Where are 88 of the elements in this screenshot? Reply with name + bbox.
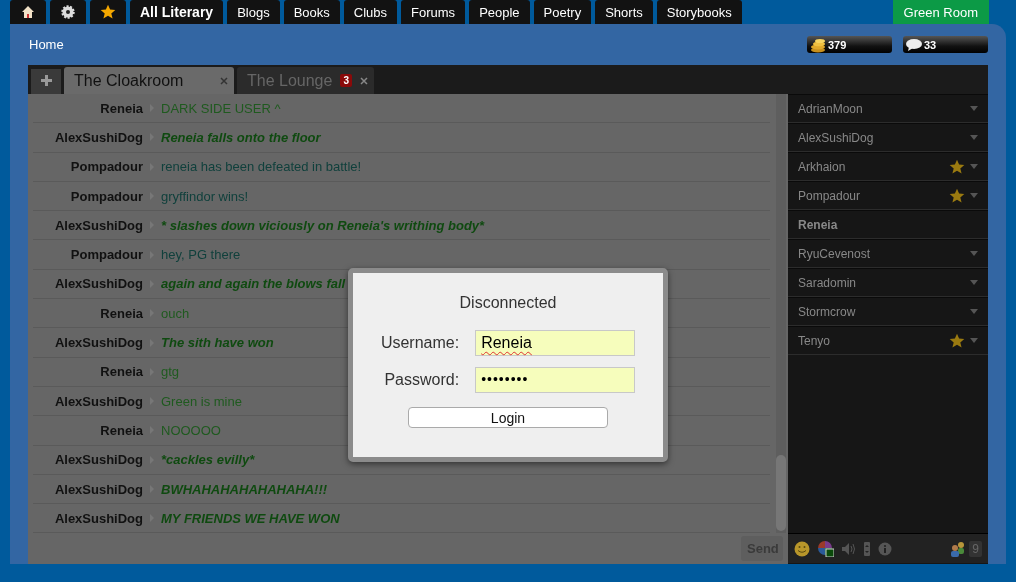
settings-icon[interactable]	[61, 5, 75, 19]
user-list-item[interactable]: Stormcrow	[788, 297, 988, 326]
message-text: gryffindor wins!	[161, 188, 249, 204]
field-label: Username:	[380, 334, 460, 352]
scrollbar-thumb[interactable]	[776, 455, 786, 531]
message-text: DARK SIDE USER ^	[161, 100, 281, 116]
username: AlexSushiDog	[53, 276, 143, 292]
field-label: Password:	[383, 371, 460, 389]
spinner-icon[interactable]	[864, 541, 870, 556]
message-text: The sith have won	[161, 335, 274, 350]
home-icon[interactable]	[21, 5, 35, 19]
coins-icon	[809, 36, 827, 53]
nav-tab[interactable]: Poetry	[533, 0, 592, 24]
user-list-item[interactable]: Reneia	[788, 210, 988, 239]
settings-tab[interactable]	[50, 0, 86, 24]
home-tab[interactable]	[10, 0, 46, 24]
username: AlexSushiDog	[53, 129, 143, 145]
star-icon[interactable]	[100, 4, 116, 20]
user-list-item[interactable]: Tenyo	[788, 326, 988, 355]
user-list-item[interactable]: AdrianMoon	[788, 94, 988, 123]
close-icon[interactable]	[220, 76, 228, 85]
nav-tab[interactable]: Forums	[401, 0, 466, 24]
nav-tab[interactable]: Storybooks	[656, 0, 742, 24]
message-text: * slashes down viciously on Reneia's writhing body*	[161, 217, 485, 233]
username: AlexSushiDog	[53, 335, 143, 350]
close-icon[interactable]	[359, 76, 368, 85]
speech-bubble-icon	[905, 37, 923, 52]
username: AlexSushiDog	[53, 217, 143, 233]
caret-icon[interactable]	[970, 280, 978, 285]
scrollbar[interactable]	[776, 94, 786, 533]
message-text: gtg	[161, 364, 180, 380]
dialog-title: Disconnected	[459, 294, 557, 312]
user-list-item[interactable]: Arkhaion	[788, 152, 988, 181]
password-field[interactable]: ••••••••	[475, 367, 636, 393]
caret-icon[interactable]	[970, 193, 978, 198]
login-button[interactable]: Login	[408, 407, 608, 428]
username: Pompadour	[69, 188, 143, 204]
info-icon[interactable]	[878, 541, 892, 556]
nav-tab[interactable]: Books	[283, 0, 340, 24]
nav-tab[interactable]: People	[469, 0, 530, 24]
message-text: ouch	[161, 305, 190, 321]
speaker-icon[interactable]	[842, 542, 856, 555]
user-list-item[interactable]: RyuCevenost	[788, 239, 988, 268]
message-text: BWHAHAHAHAHAHAHA!!!	[161, 481, 328, 497]
username: AlexSushiDog	[53, 393, 143, 409]
room-tab[interactable]: The Lounge 3	[237, 67, 374, 94]
message-text: hey, PG there	[161, 247, 241, 263]
room-tab[interactable]: The Cloakroom	[64, 67, 234, 94]
username: Pompadour	[69, 247, 143, 263]
message-text: MY FRIENDS WE HAVE WON	[161, 510, 340, 526]
caret-icon[interactable]	[970, 338, 978, 343]
username: AlexSushiDog	[53, 481, 143, 497]
unread-badge: 3	[340, 74, 352, 87]
room-button[interactable]: Green Room	[892, 0, 989, 24]
smiley-icon[interactable]	[794, 540, 810, 557]
username: AlexSushiDog	[53, 510, 143, 526]
username: Reneia	[99, 364, 143, 380]
user-list-item[interactable]: Saradomin	[788, 268, 988, 297]
breadcrumb-link[interactable]: Home	[29, 37, 64, 52]
message-text: again and again the blows fall	[161, 276, 346, 292]
message-text: Green is mine	[161, 393, 242, 409]
username: Reneia	[99, 100, 143, 116]
message-text: *cackles evilly*	[161, 452, 255, 468]
nav-tab[interactable]: All Literary	[130, 0, 224, 24]
message-text: Reneia falls onto the floor	[161, 129, 321, 145]
nav-tab[interactable]: Shorts	[595, 0, 653, 24]
counter-badge[interactable]: 33	[903, 36, 988, 53]
username: AlexSushiDog	[53, 452, 143, 468]
caret-icon[interactable]	[970, 164, 978, 169]
username: Reneia	[99, 305, 143, 321]
nav-tab[interactable]: Blogs	[227, 0, 280, 24]
favorites-tab[interactable]	[90, 0, 126, 24]
color-wheel-icon[interactable]	[818, 540, 834, 557]
username: Reneia	[99, 422, 143, 438]
username: Pompadour	[69, 159, 143, 175]
message-text: reneia has been defeated in battle!	[161, 159, 362, 175]
add-tab-button[interactable]	[31, 69, 61, 94]
caret-icon[interactable]	[970, 251, 978, 256]
caret-icon[interactable]	[970, 106, 978, 111]
nav-tab[interactable]: Clubs	[343, 0, 398, 24]
plus-icon	[40, 75, 52, 86]
user-list-item[interactable]: AlexSushiDog	[788, 123, 988, 152]
message-text: NOOOOO	[161, 422, 221, 438]
counter-badge[interactable]: 379	[807, 36, 892, 53]
caret-icon[interactable]	[970, 135, 978, 140]
user-list-item[interactable]: Pompadour	[788, 181, 988, 210]
caret-icon[interactable]	[970, 309, 978, 314]
username-field[interactable]: Reneia	[475, 330, 636, 356]
